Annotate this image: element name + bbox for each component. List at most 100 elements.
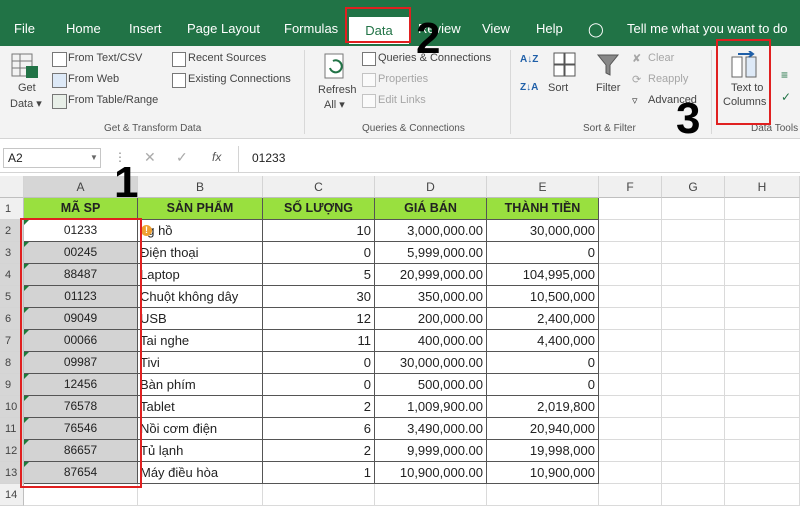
tab-home[interactable]: Home [66, 21, 101, 36]
empty-cell[interactable] [662, 198, 725, 220]
table-cell[interactable]: Tai nghe [138, 330, 263, 352]
table-cell[interactable]: 500,000.00 [375, 374, 487, 396]
empty-cell[interactable] [725, 286, 800, 308]
table-cell[interactable]: Chuột không dây [138, 286, 263, 308]
table-cell[interactable]: 9,999,000.00 [375, 440, 487, 462]
tell-me-search[interactable]: Tell me what you want to do [627, 21, 787, 36]
tab-formulas[interactable]: Formulas [284, 21, 338, 36]
empty-cell[interactable] [662, 462, 725, 484]
empty-cell[interactable] [599, 308, 662, 330]
table-cell[interactable]: 1 [263, 462, 375, 484]
table-cell[interactable]: Máy điều hòa [138, 462, 263, 484]
empty-cell[interactable] [662, 484, 725, 506]
chevron-down-icon[interactable]: ▼ [90, 153, 98, 162]
empty-cell[interactable] [599, 220, 662, 242]
empty-cell[interactable] [599, 374, 662, 396]
fx-icon[interactable]: fx [212, 150, 221, 164]
clear-button[interactable]: Clear [648, 52, 674, 64]
column-header-h[interactable]: H [725, 176, 800, 198]
get-data-dropdown[interactable]: Data ▾ [10, 97, 42, 110]
table-cell[interactable]: 400,000.00 [375, 330, 487, 352]
get-data-button[interactable]: Get [18, 82, 36, 94]
tab-file[interactable]: File [14, 21, 35, 36]
table-cell[interactable]: 0 [487, 352, 599, 374]
tab-view[interactable]: View [482, 21, 510, 36]
empty-cell[interactable] [662, 330, 725, 352]
cancel-icon[interactable]: ✕ [144, 149, 156, 166]
from-web-button[interactable]: From Web [68, 73, 119, 85]
empty-cell[interactable] [487, 484, 599, 506]
from-text-csv-button[interactable]: From Text/CSV [68, 52, 142, 64]
empty-cell[interactable] [599, 242, 662, 264]
empty-cell[interactable] [662, 374, 725, 396]
table-header-cell[interactable]: THÀNH TIỀN [487, 198, 599, 220]
empty-cell[interactable] [375, 484, 487, 506]
table-cell[interactable]: 2 [263, 396, 375, 418]
table-cell[interactable]: 30 [263, 286, 375, 308]
empty-cell[interactable] [599, 418, 662, 440]
empty-cell[interactable] [725, 462, 800, 484]
name-box[interactable]: A2 [3, 148, 101, 168]
empty-cell[interactable] [725, 220, 800, 242]
empty-cell[interactable] [599, 330, 662, 352]
table-cell[interactable]: 6 [263, 418, 375, 440]
empty-cell[interactable] [662, 286, 725, 308]
empty-cell[interactable] [599, 462, 662, 484]
table-cell[interactable]: 5,999,000.00 [375, 242, 487, 264]
warning-icon[interactable]: ! [141, 225, 152, 236]
table-cell[interactable]: 1,009,900.00 [375, 396, 487, 418]
table-cell[interactable]: 10,900,000 [487, 462, 599, 484]
sort-az-button[interactable]: A↓Z [520, 54, 538, 65]
table-cell[interactable]: Nồi cơm điện [138, 418, 263, 440]
column-header-d[interactable]: D [375, 176, 487, 198]
empty-cell[interactable] [662, 264, 725, 286]
table-cell[interactable]: 0 [263, 242, 375, 264]
empty-cell[interactable] [725, 418, 800, 440]
tab-help[interactable]: Help [536, 21, 563, 36]
column-header-e[interactable]: E [487, 176, 599, 198]
empty-cell[interactable] [725, 440, 800, 462]
empty-cell[interactable] [599, 198, 662, 220]
existing-connections-button[interactable]: Existing Connections [188, 73, 291, 85]
empty-cell[interactable] [725, 352, 800, 374]
table-cell[interactable]: 2,400,000 [487, 308, 599, 330]
column-header-c[interactable]: C [263, 176, 375, 198]
table-cell[interactable]: 10 [263, 220, 375, 242]
tab-insert[interactable]: Insert [129, 21, 162, 36]
table-header-cell[interactable]: SẢN PHẨM [138, 198, 263, 220]
refresh-all-button[interactable]: Refresh [318, 84, 357, 96]
empty-cell[interactable] [599, 286, 662, 308]
edit-links-button[interactable]: Edit Links [378, 94, 426, 106]
empty-cell[interactable] [725, 484, 800, 506]
table-cell[interactable]: Điện thoại [138, 242, 263, 264]
table-cell[interactable]: 104,995,000 [487, 264, 599, 286]
empty-cell[interactable] [725, 198, 800, 220]
table-cell[interactable]: 12 [263, 308, 375, 330]
empty-cell[interactable] [662, 242, 725, 264]
table-header-cell[interactable]: SỐ LƯỢNG [263, 198, 375, 220]
empty-cell[interactable] [263, 484, 375, 506]
table-cell[interactable]: 10,500,000 [487, 286, 599, 308]
table-header-cell[interactable]: GIÁ BÁN [375, 198, 487, 220]
empty-cell[interactable] [725, 374, 800, 396]
table-cell[interactable]: 3,000,000.00 [375, 220, 487, 242]
table-cell[interactable]: 0 [487, 242, 599, 264]
table-cell[interactable]: 200,000.00 [375, 308, 487, 330]
sort-za-button[interactable]: Z↓A [520, 82, 538, 93]
table-cell[interactable]: 20,999,000.00 [375, 264, 487, 286]
table-cell[interactable]: 10,900,000.00 [375, 462, 487, 484]
formula-input[interactable]: 01233 [252, 151, 285, 165]
table-cell[interactable]: 3,490,000.00 [375, 418, 487, 440]
empty-cell[interactable] [662, 418, 725, 440]
empty-cell[interactable] [725, 330, 800, 352]
empty-cell[interactable] [599, 440, 662, 462]
table-cell[interactable]: 0 [263, 374, 375, 396]
table-cell[interactable]: 19,998,000 [487, 440, 599, 462]
table-cell[interactable]: ng hồ [138, 220, 263, 242]
empty-cell[interactable] [662, 396, 725, 418]
table-cell[interactable]: 30,000,000.00 [375, 352, 487, 374]
row-header[interactable]: 1 [0, 198, 24, 220]
filter-button[interactable]: Filter [596, 82, 620, 94]
empty-cell[interactable] [725, 396, 800, 418]
table-cell[interactable]: 30,000,000 [487, 220, 599, 242]
